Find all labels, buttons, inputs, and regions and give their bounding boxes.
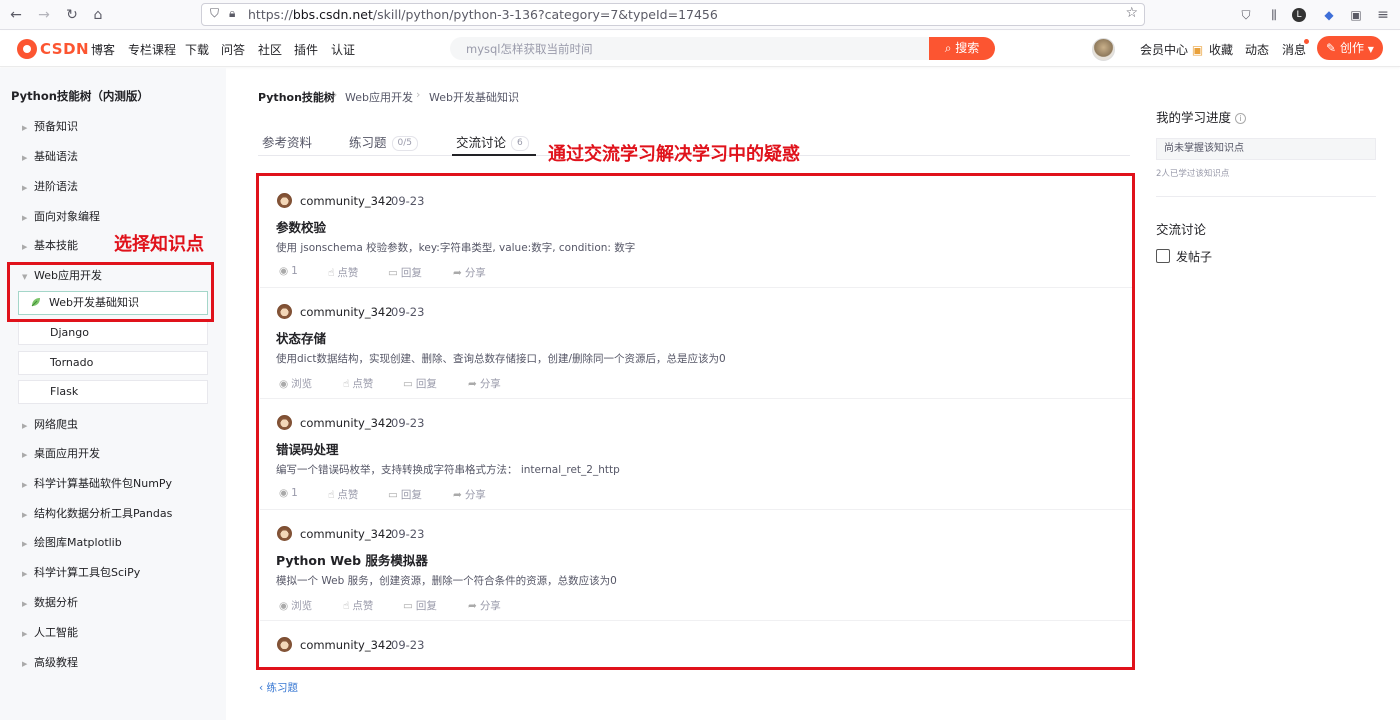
shield-icon: ⛉ bbox=[210, 6, 220, 20]
tab-exercises[interactable]: 练习题 0/5 bbox=[349, 132, 418, 151]
caret-right-icon: ▶ bbox=[22, 422, 28, 430]
messages-link[interactable]: 消息 bbox=[1282, 41, 1306, 58]
tab-count-badge: 0/5 bbox=[391, 136, 418, 151]
tab-references[interactable]: 参考资料 bbox=[262, 132, 312, 151]
account-icon[interactable]: L bbox=[1292, 8, 1306, 22]
annotation-box-sidebar bbox=[7, 262, 214, 322]
info-icon[interactable]: i bbox=[1235, 113, 1247, 124]
chevron-down-icon: ▼ bbox=[1367, 45, 1374, 54]
url-text: https://bbs.csdn.net/skill/python/python… bbox=[248, 7, 718, 22]
tree-item[interactable]: ▶ 桌面应用开发 bbox=[22, 445, 100, 461]
chevron-right-icon: › bbox=[333, 88, 338, 101]
caret-right-icon: ▶ bbox=[22, 481, 28, 489]
tree-item[interactable]: ▶ 进阶语法 bbox=[22, 178, 78, 194]
forward-arrow-icon[interactable]: → bbox=[34, 5, 54, 25]
skill-tree-title: Python技能树（内测版） bbox=[11, 89, 149, 103]
caret-right-icon: ▶ bbox=[22, 184, 28, 192]
tab-discussion[interactable]: 交流讨论 6 bbox=[456, 132, 529, 151]
tree-item[interactable]: ▶ 科学计算工具包SciPy bbox=[22, 564, 140, 580]
progress-status: 尚未掌握该知识点 bbox=[1156, 138, 1376, 160]
nav-community[interactable]: 社区 bbox=[258, 41, 282, 58]
caret-right-icon: ▶ bbox=[22, 660, 28, 668]
annotation-select-point: 选择知识点 bbox=[114, 234, 204, 255]
tree-item[interactable]: ▶ 预备知识 bbox=[22, 118, 78, 134]
gift-icon: ▣ bbox=[1188, 43, 1204, 57]
tree-subitem[interactable]: Flask bbox=[18, 380, 208, 404]
nav-courses[interactable]: 专栏课程 bbox=[128, 41, 176, 58]
search-icon: ⌕ bbox=[944, 41, 952, 55]
lock-icon: 🔒︎ bbox=[229, 6, 236, 20]
chevron-left-icon: ‹ bbox=[259, 682, 267, 694]
nav-download[interactable]: 下载 bbox=[185, 41, 209, 58]
search-input[interactable]: mysql怎样获取当前时间 bbox=[450, 37, 930, 60]
avatar[interactable] bbox=[1092, 38, 1115, 61]
tree-subitem[interactable]: Django bbox=[18, 321, 208, 345]
caret-right-icon: ▶ bbox=[22, 511, 28, 519]
nav-blog[interactable]: 博客 bbox=[91, 41, 115, 58]
back-arrow-icon[interactable]: ← bbox=[6, 5, 26, 25]
caret-right-icon: ▶ bbox=[22, 124, 28, 132]
tree-item[interactable]: ▶ 基础语法 bbox=[22, 148, 78, 164]
menu-icon[interactable]: ≡ bbox=[1374, 6, 1392, 24]
site-header: CSDN 博客 专栏课程 下载 问答 社区 插件 认证 mysql怎样获取当前时… bbox=[0, 31, 1400, 67]
notification-dot bbox=[1304, 39, 1309, 44]
library-icon[interactable]: ⫼ bbox=[1265, 6, 1283, 24]
caret-right-icon: ▶ bbox=[22, 243, 28, 251]
tree-item[interactable]: ▶ 科学计算基础软件包NumPy bbox=[22, 475, 172, 491]
tree-subitem[interactable]: Tornado bbox=[18, 351, 208, 375]
pocket-icon[interactable]: ⛉ bbox=[1237, 6, 1255, 24]
active-tab-indicator bbox=[452, 154, 536, 156]
url-bar[interactable]: ⛉ 🔒︎ https://bbs.csdn.net/skill/python/p… bbox=[201, 3, 1145, 26]
breadcrumb-current: Web开发基础知识 bbox=[429, 91, 519, 104]
edit-icon bbox=[1156, 249, 1170, 263]
tree-item[interactable]: ▶ 基本技能 bbox=[22, 237, 78, 253]
back-to-exercises-link[interactable]: ‹ 练习题 bbox=[259, 680, 298, 695]
nav-certification[interactable]: 认证 bbox=[331, 41, 355, 58]
divider bbox=[1156, 196, 1376, 197]
activity-link[interactable]: 动态 bbox=[1245, 41, 1269, 58]
caret-right-icon: ▶ bbox=[22, 451, 28, 459]
nav-plugins[interactable]: 插件 bbox=[294, 41, 318, 58]
caret-right-icon: ▶ bbox=[22, 540, 28, 548]
chevron-right-icon: › bbox=[416, 88, 421, 101]
tab-count-badge: 6 bbox=[511, 136, 529, 151]
skill-tree-sidebar: Python技能树（内测版） ▶ 预备知识 ▶ 基础语法 ▶ 进阶语法 ▶ 面向对象编程… bbox=[0, 68, 226, 720]
caret-right-icon: ▶ bbox=[22, 570, 28, 578]
extension-icon[interactable]: ◆ bbox=[1320, 6, 1338, 24]
tree-item[interactable]: ▶ 数据分析 bbox=[22, 594, 78, 610]
logo-mark-icon bbox=[17, 39, 37, 59]
progress-title: 我的学习进度 i bbox=[1156, 107, 1247, 126]
learners-count: 2人已学过该知识点 bbox=[1156, 169, 1230, 179]
new-post-button[interactable]: 发帖子 bbox=[1156, 248, 1212, 265]
pen-icon: ✎ bbox=[1326, 41, 1337, 55]
browser-toolbar: ← → ↻ ⌂ ⛉ 🔒︎ https://bbs.csdn.net/skill/… bbox=[0, 0, 1400, 30]
member-center-link[interactable]: 会员中心 ▣ bbox=[1140, 41, 1203, 58]
caret-right-icon: ▶ bbox=[22, 600, 28, 608]
extension2-icon[interactable]: ▣ bbox=[1347, 6, 1365, 24]
annotation-box-discussion bbox=[256, 173, 1135, 670]
tree-item[interactable]: ▶ 面向对象编程 bbox=[22, 208, 100, 224]
discussion-title: 交流讨论 bbox=[1156, 222, 1207, 237]
search-button[interactable]: ⌕ 搜索 bbox=[929, 37, 995, 60]
tree-item[interactable]: ▶ 结构化数据分析工具Pandas bbox=[22, 505, 172, 521]
breadcrumb-root[interactable]: Python技能树 bbox=[258, 89, 335, 105]
tree-item[interactable]: ▶ 高级教程 bbox=[22, 654, 78, 670]
caret-right-icon: ▶ bbox=[22, 214, 28, 222]
favorites-link[interactable]: 收藏 bbox=[1209, 41, 1233, 58]
caret-right-icon: ▶ bbox=[22, 630, 28, 638]
tree-item[interactable]: ▶ 绘图库Matplotlib bbox=[22, 534, 122, 550]
annotation-discussion-note: 通过交流学习解决学习中的疑惑 bbox=[548, 144, 800, 165]
bookmark-star-icon[interactable]: ☆ bbox=[1125, 5, 1138, 21]
caret-right-icon: ▶ bbox=[22, 154, 28, 162]
tree-item[interactable]: ▶ 人工智能 bbox=[22, 624, 78, 640]
nav-qa[interactable]: 问答 bbox=[221, 41, 245, 58]
breadcrumb-item[interactable]: Web应用开发 bbox=[345, 89, 413, 105]
csdn-logo[interactable]: CSDN bbox=[17, 39, 89, 59]
create-button[interactable]: ✎ 创作 ▼ bbox=[1317, 36, 1383, 60]
tree-item[interactable]: ▶ 网络爬虫 bbox=[22, 416, 78, 432]
home-icon[interactable]: ⌂ bbox=[88, 5, 108, 25]
reload-icon[interactable]: ↻ bbox=[62, 5, 82, 25]
